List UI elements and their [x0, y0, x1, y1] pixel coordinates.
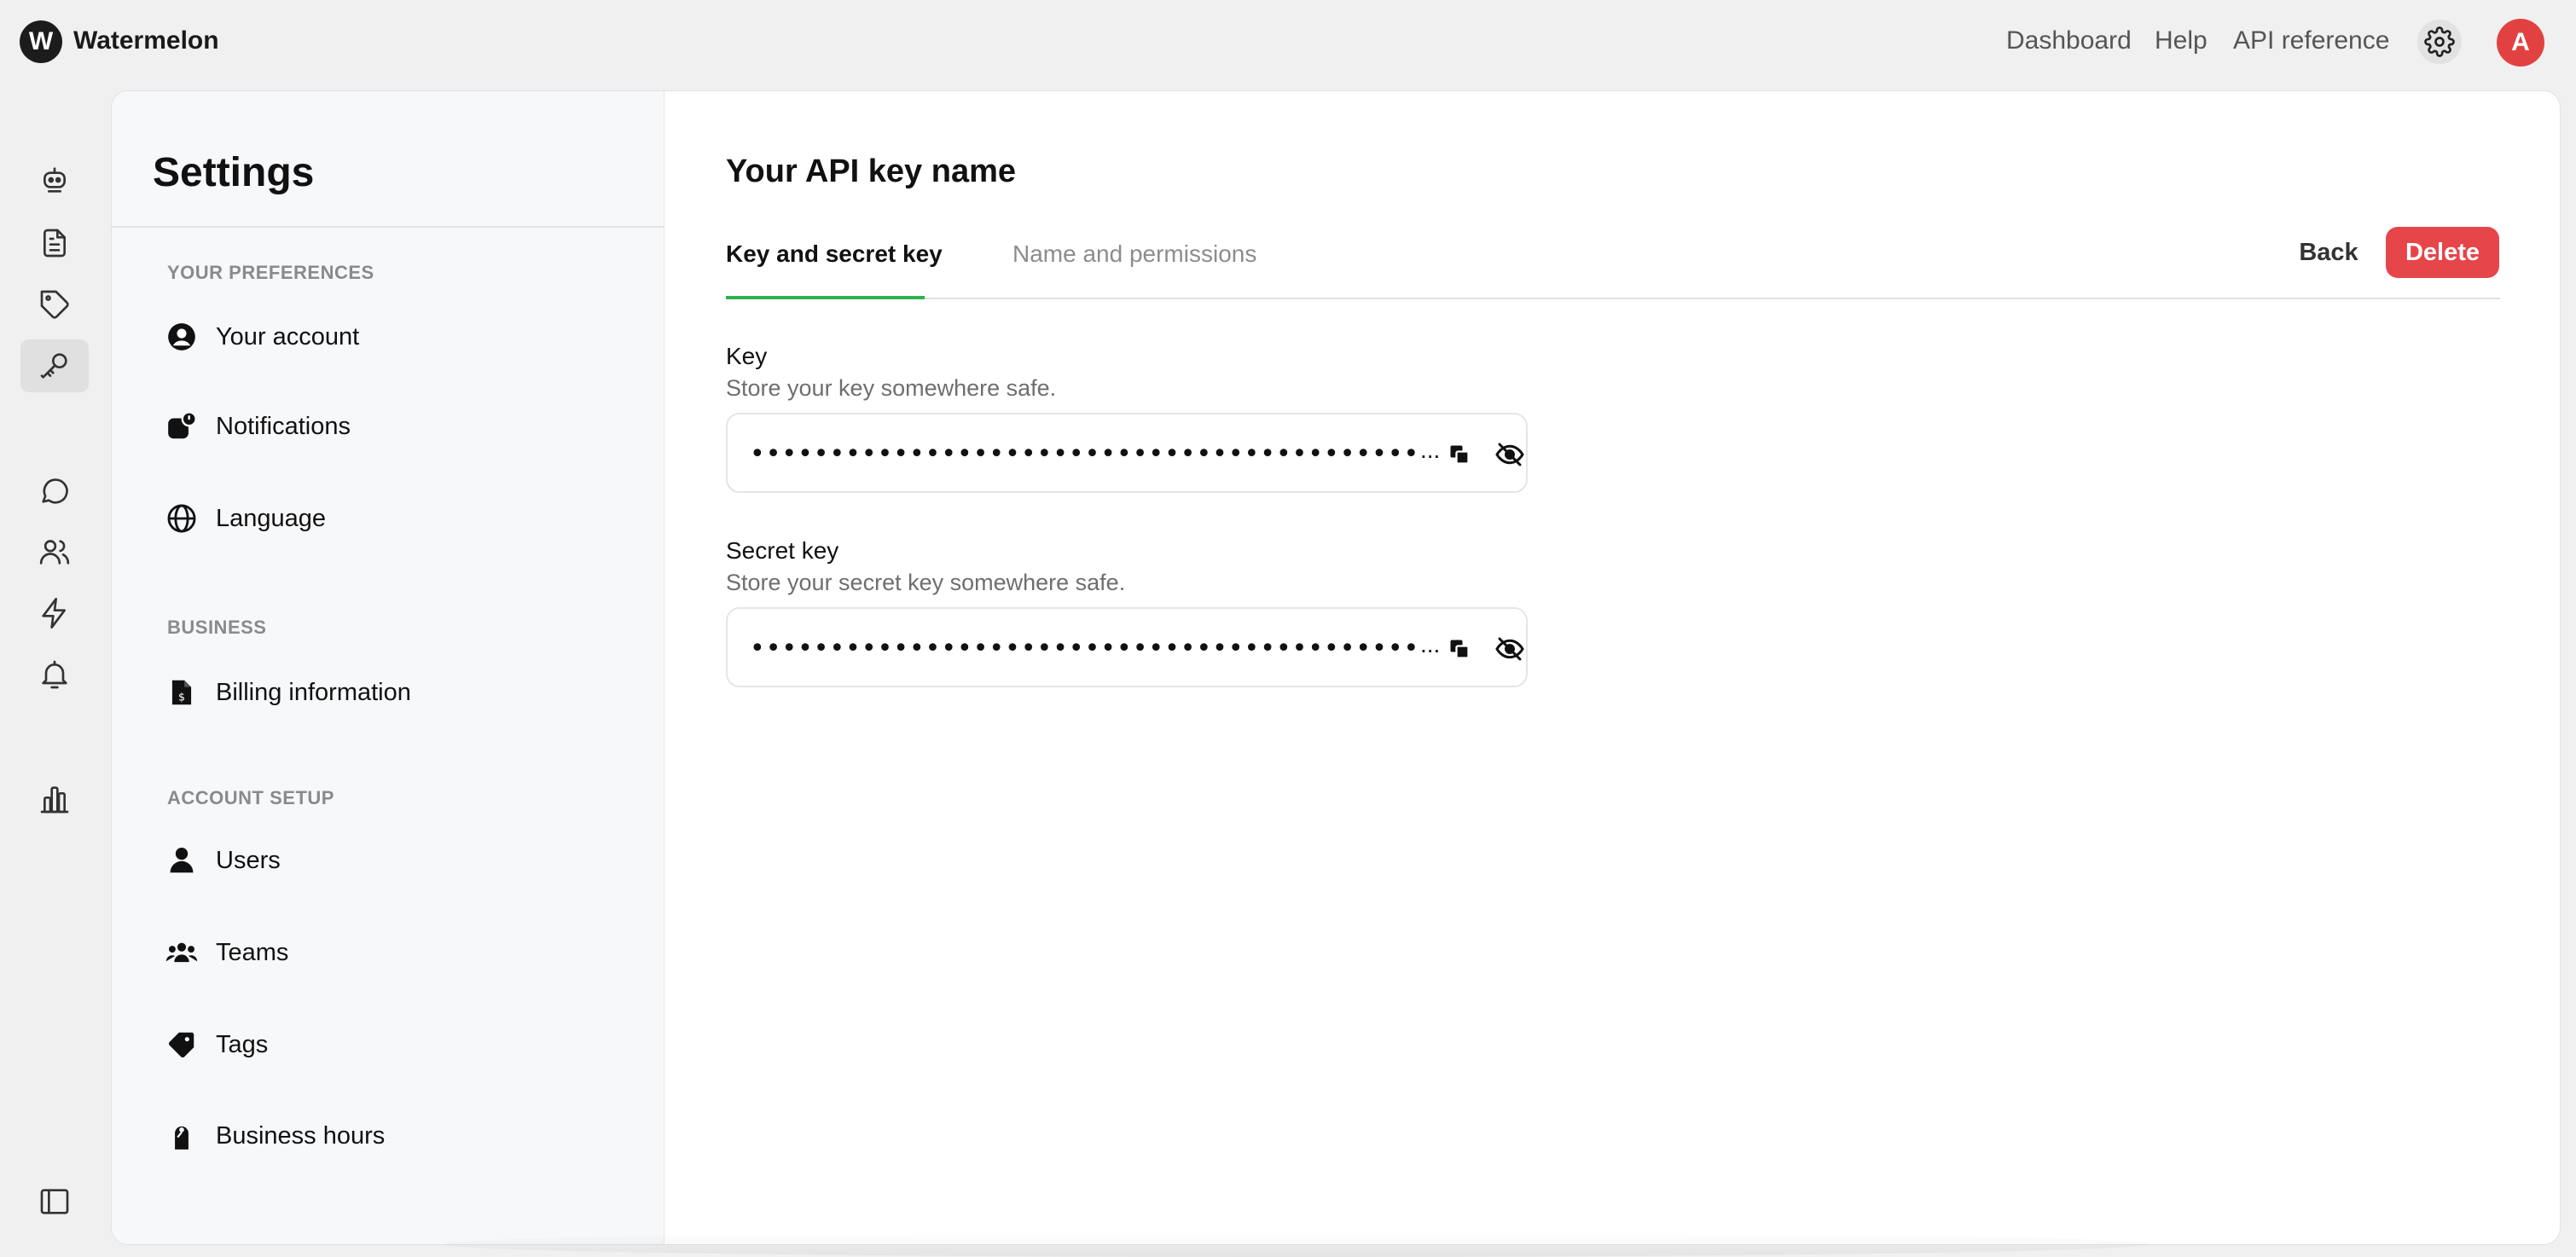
tab-key-and-secret-key[interactable]: Key and secret key — [726, 240, 943, 268]
eye-slash-icon — [1495, 443, 1524, 466]
key-label: Key — [726, 343, 768, 369]
copy-secret-key-button[interactable] — [1441, 630, 1478, 668]
menu-item-tags[interactable]: Tags — [163, 1019, 268, 1070]
menu-item-label: Your account — [216, 322, 360, 350]
team-icon — [163, 934, 200, 971]
menu-item-notifications[interactable]: Notifications — [163, 401, 351, 452]
bot-icon — [44, 167, 66, 193]
page-title: Your API key name — [726, 154, 1017, 189]
menu-item-users[interactable]: Users — [163, 835, 281, 886]
rail-api-keys[interactable] — [20, 339, 89, 392]
settings-button[interactable] — [2417, 20, 2462, 64]
toggle-secret-key-visibility-button[interactable] — [1491, 630, 1529, 668]
menu-item-label: Tags — [216, 1030, 269, 1058]
tag-icon — [40, 290, 69, 319]
menu-item-label: Users — [216, 846, 281, 874]
menu-item-billing-information[interactable]: $ Billing information — [163, 667, 411, 718]
rail-tags[interactable] — [20, 278, 89, 331]
menu-item-label: Billing information — [216, 678, 411, 706]
copy-icon — [1450, 640, 1470, 659]
secret-key-field[interactable]: ••••••••••••••••••••••••••••••••••••••••… — [726, 607, 1528, 687]
logo-icon[interactable]: W — [20, 20, 62, 63]
billing-icon: $ — [163, 674, 200, 711]
back-button[interactable]: Back — [2273, 227, 2384, 278]
menu-item-language[interactable]: Language — [163, 493, 326, 544]
rail-documents[interactable] — [20, 217, 89, 269]
bell-icon — [42, 660, 67, 689]
section-label-preferences: YOUR PREFERENCES — [167, 262, 374, 283]
settings-title: Settings — [153, 150, 315, 195]
settings-panel: Settings YOUR PREFERENCES Your account N… — [112, 91, 664, 1244]
key-field[interactable]: ••••••••••••••••••••••••••••••••••••••••… — [726, 413, 1528, 493]
rail-bot[interactable] — [20, 154, 89, 206]
menu-item-business-hours[interactable]: Business hours — [163, 1110, 385, 1161]
menu-item-label: Language — [216, 504, 327, 532]
secret-key-label: Secret key — [726, 537, 839, 564]
chat-icon — [42, 478, 68, 504]
key-masked-value: ••••••••••••••••••••••••••••••••••••••••… — [750, 439, 1420, 469]
eye-slash-icon — [1495, 637, 1524, 661]
sidebar-toggle[interactable] — [20, 1175, 89, 1228]
secret-key-masked-value: ••••••••••••••••••••••••••••••••••••••••… — [750, 634, 1420, 663]
rail-analytics[interactable] — [20, 773, 89, 825]
account-icon — [163, 318, 200, 356]
rail-notifications[interactable] — [20, 648, 89, 701]
svg-text:$: $ — [178, 691, 185, 704]
top-bar: W Watermelon Dashboard Help API referenc… — [0, 0, 2576, 89]
sidebar-toggle-icon — [40, 1189, 69, 1214]
users-icon — [39, 540, 70, 565]
menu-item-label: Business hours — [216, 1121, 386, 1150]
document-icon — [44, 229, 66, 258]
rail-chat[interactable] — [20, 464, 89, 517]
secret-key-ellipsis: ... — [1420, 631, 1441, 657]
tab-name-and-permissions[interactable]: Name and permissions — [1012, 240, 1256, 268]
secret-key-help-text: Store your secret key somewhere safe. — [726, 570, 1126, 595]
bottom-shadow — [444, 1231, 2150, 1257]
nav-help-link[interactable]: Help — [2155, 26, 2208, 55]
user-icon — [163, 842, 200, 879]
copy-key-button[interactable] — [1441, 436, 1478, 473]
nav-api-reference-link[interactable]: API reference — [2233, 26, 2389, 55]
gear-icon — [2424, 26, 2455, 57]
user-avatar[interactable]: A — [2497, 19, 2544, 67]
menu-item-teams[interactable]: Teams — [163, 927, 288, 978]
key-ellipsis: ... — [1420, 437, 1441, 463]
active-tab-indicator — [726, 296, 925, 299]
rail-users[interactable] — [20, 525, 89, 578]
section-label-business: BUSINESS — [167, 617, 267, 638]
chart-icon — [40, 786, 69, 814]
app-name[interactable]: Watermelon — [73, 26, 219, 55]
lightning-icon — [42, 598, 66, 628]
notifications-icon — [163, 408, 200, 445]
menu-item-label: Teams — [216, 938, 289, 966]
globe-icon — [163, 500, 200, 537]
copy-icon — [1450, 445, 1470, 465]
key-icon — [40, 353, 67, 379]
menu-item-your-account[interactable]: Your account — [163, 311, 359, 362]
tag-icon — [163, 1026, 200, 1063]
door-hanger-icon — [163, 1117, 200, 1155]
delete-button[interactable]: Delete — [2386, 227, 2499, 278]
tabs-divider — [726, 298, 2500, 299]
nav-dashboard-link[interactable]: Dashboard — [2006, 26, 2132, 55]
section-label-account-setup: ACCOUNT SETUP — [167, 787, 334, 808]
toggle-key-visibility-button[interactable] — [1491, 436, 1529, 473]
settings-divider — [112, 226, 664, 228]
key-help-text: Store your key somewhere safe. — [726, 375, 1057, 401]
rail-automations[interactable] — [20, 587, 89, 640]
menu-item-label: Notifications — [216, 412, 351, 440]
